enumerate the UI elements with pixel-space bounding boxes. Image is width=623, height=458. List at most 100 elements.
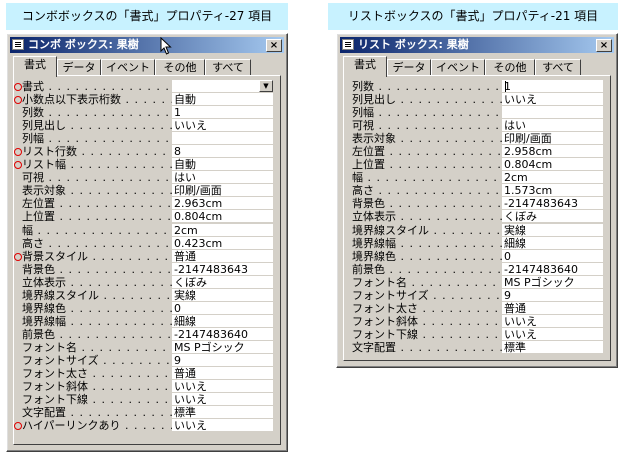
- property-value[interactable]: -2147483643: [502, 197, 603, 211]
- property-value[interactable]: 印刷/画面: [502, 132, 603, 146]
- property-row[interactable]: 境界線スタイル . . . . . . . . . . . . . . . . …: [22, 288, 273, 302]
- property-value[interactable]: 2cm: [172, 223, 273, 237]
- property-value[interactable]: 0.804cm: [172, 210, 273, 224]
- property-row[interactable]: 左位置 . . . . . . . . . . . . . . . . . . …: [22, 197, 273, 211]
- property-value[interactable]: 8: [172, 145, 273, 159]
- property-value[interactable]: MS Pゴシック: [172, 340, 273, 354]
- property-value[interactable]: [172, 132, 273, 146]
- property-row[interactable]: 高さ . . . . . . . . . . . . . . . . . . .…: [352, 184, 603, 198]
- property-row[interactable]: フォント名 . . . . . . . . . . . . . . . . . …: [352, 275, 603, 289]
- property-row[interactable]: 列見出し . . . . . . . . . . . . . . . . . .…: [22, 119, 273, 133]
- property-row[interactable]: フォント太さ . . . . . . . . . . . . . . . . .…: [22, 367, 273, 381]
- property-value[interactable]: はい: [172, 171, 273, 185]
- property-value[interactable]: 自動: [172, 158, 273, 172]
- property-value[interactable]: 9: [172, 353, 273, 367]
- property-value[interactable]: -2147483640: [502, 262, 603, 276]
- property-value[interactable]: 実線: [172, 288, 273, 302]
- property-row[interactable]: 表示対象 . . . . . . . . . . . . . . . . . .…: [22, 184, 273, 198]
- property-row[interactable]: 立体表示 . . . . . . . . . . . . . . . . . .…: [22, 275, 273, 289]
- close-button[interactable]: ×: [266, 39, 282, 52]
- property-value[interactable]: 1: [502, 80, 603, 93]
- property-value[interactable]: いいえ: [502, 327, 603, 341]
- property-value[interactable]: 0.804cm: [502, 158, 603, 172]
- property-row[interactable]: 左位置 . . . . . . . . . . . . . . . . . . …: [352, 145, 603, 159]
- property-row[interactable]: 書式 . . . . . . . . . . . . . . . . . . .…: [14, 80, 273, 93]
- tab-event[interactable]: イベント: [431, 59, 485, 76]
- property-row[interactable]: 背景色 . . . . . . . . . . . . . . . . . . …: [352, 197, 603, 211]
- property-row[interactable]: フォント太さ . . . . . . . . . . . . . . . . .…: [352, 301, 603, 315]
- property-value[interactable]: 普通: [172, 249, 273, 263]
- property-row[interactable]: 上位置 . . . . . . . . . . . . . . . . . . …: [352, 158, 603, 172]
- tab-data[interactable]: データ: [387, 59, 431, 76]
- property-row[interactable]: 幅 . . . . . . . . . . . . . . . . . . . …: [352, 171, 603, 185]
- property-value[interactable]: いいえ: [172, 419, 273, 433]
- tab-other[interactable]: その他: [485, 59, 535, 76]
- property-value[interactable]: 1.573cm: [502, 184, 603, 198]
- property-row[interactable]: 背景スタイル . . . . . . . . . . . . . . . . .…: [14, 249, 273, 263]
- property-row[interactable]: 前景色 . . . . . . . . . . . . . . . . . . …: [22, 327, 273, 341]
- property-row[interactable]: フォント下線 . . . . . . . . . . . . . . . . .…: [22, 393, 273, 407]
- property-value[interactable]: 2.958cm: [502, 145, 603, 159]
- property-value[interactable]: 1: [172, 106, 273, 120]
- property-value[interactable]: 印刷/画面: [172, 184, 273, 198]
- property-value[interactable]: 普通: [502, 301, 603, 315]
- property-value[interactable]: くぼみ: [172, 275, 273, 289]
- tab-event[interactable]: イベント: [101, 59, 155, 76]
- property-row[interactable]: フォント下線 . . . . . . . . . . . . . . . . .…: [352, 327, 603, 341]
- tab-all[interactable]: すべて: [535, 59, 581, 76]
- property-value[interactable]: 2cm: [502, 171, 603, 185]
- property-row[interactable]: フォントサイズ . . . . . . . . . . . . . . . . …: [22, 353, 273, 367]
- property-row[interactable]: リスト行数 . . . . . . . . . . . . . . . . . …: [14, 145, 273, 159]
- property-value[interactable]: くぼみ: [502, 210, 603, 224]
- close-button[interactable]: ×: [596, 39, 612, 52]
- property-value[interactable]: 細線: [502, 236, 603, 250]
- property-row[interactable]: リスト幅 . . . . . . . . . . . . . . . . . .…: [14, 158, 273, 172]
- property-row[interactable]: 可視 . . . . . . . . . . . . . . . . . . .…: [22, 171, 273, 185]
- property-row[interactable]: 上位置 . . . . . . . . . . . . . . . . . . …: [22, 210, 273, 224]
- property-row[interactable]: 境界線幅 . . . . . . . . . . . . . . . . . .…: [352, 236, 603, 250]
- property-value[interactable]: いいえ: [502, 93, 603, 107]
- combobox-titlebar[interactable]: コンボ ボックス: 果樹 ×: [10, 37, 284, 55]
- property-row[interactable]: 前景色 . . . . . . . . . . . . . . . . . . …: [352, 262, 603, 276]
- property-row[interactable]: 文字配置 . . . . . . . . . . . . . . . . . .…: [352, 340, 603, 354]
- property-value[interactable]: 9: [502, 288, 603, 302]
- property-value[interactable]: 自動: [172, 93, 273, 107]
- tab-data[interactable]: データ: [57, 59, 101, 76]
- property-value[interactable]: はい: [502, 119, 603, 133]
- property-value[interactable]: ▼: [172, 80, 273, 93]
- property-row[interactable]: 列数 . . . . . . . . . . . . . . . . . . .…: [22, 106, 273, 120]
- property-row[interactable]: 立体表示 . . . . . . . . . . . . . . . . . .…: [352, 210, 603, 224]
- property-row[interactable]: 可視 . . . . . . . . . . . . . . . . . . .…: [352, 119, 603, 133]
- property-value[interactable]: [502, 106, 603, 120]
- property-row[interactable]: フォント斜体 . . . . . . . . . . . . . . . . .…: [352, 314, 603, 328]
- tab-other[interactable]: その他: [155, 59, 205, 76]
- property-value[interactable]: 0.423cm: [172, 236, 273, 250]
- property-value[interactable]: MS Pゴシック: [502, 275, 603, 289]
- property-value[interactable]: 普通: [172, 367, 273, 381]
- property-value[interactable]: いいえ: [172, 393, 273, 407]
- property-row[interactable]: 小数点以下表示桁数 . . . . . . . . . . . . . . . …: [14, 93, 273, 107]
- property-row[interactable]: 境界線幅 . . . . . . . . . . . . . . . . . .…: [22, 314, 273, 328]
- property-row[interactable]: 列見出し . . . . . . . . . . . . . . . . . .…: [352, 93, 603, 107]
- property-row[interactable]: 列幅 . . . . . . . . . . . . . . . . . . .…: [352, 106, 603, 120]
- property-value[interactable]: 実線: [502, 223, 603, 237]
- property-row[interactable]: 列幅 . . . . . . . . . . . . . . . . . . .…: [22, 132, 273, 146]
- property-value[interactable]: 標準: [172, 406, 273, 420]
- property-row[interactable]: 背景色 . . . . . . . . . . . . . . . . . . …: [22, 262, 273, 276]
- property-row[interactable]: 表示対象 . . . . . . . . . . . . . . . . . .…: [352, 132, 603, 146]
- listbox-titlebar[interactable]: リスト ボックス: 果樹 ×: [340, 37, 614, 53]
- property-value[interactable]: 0: [502, 249, 603, 263]
- property-row[interactable]: 高さ . . . . . . . . . . . . . . . . . . .…: [22, 236, 273, 250]
- property-row[interactable]: ハイパーリンクあり . . . . . . . . . . . . . . . …: [14, 419, 273, 433]
- property-value[interactable]: いいえ: [172, 119, 273, 133]
- tab-all[interactable]: すべて: [205, 59, 251, 76]
- dropdown-arrow-icon[interactable]: ▼: [259, 80, 273, 92]
- property-value[interactable]: いいえ: [172, 380, 273, 394]
- property-value[interactable]: -2147483640: [172, 327, 273, 341]
- property-value[interactable]: 2.963cm: [172, 197, 273, 211]
- property-row[interactable]: 文字配置 . . . . . . . . . . . . . . . . . .…: [22, 406, 273, 420]
- property-row[interactable]: フォントサイズ . . . . . . . . . . . . . . . . …: [352, 288, 603, 302]
- property-row[interactable]: 列数 . . . . . . . . . . . . . . . . . . .…: [352, 80, 603, 93]
- property-value[interactable]: 0: [172, 301, 273, 315]
- property-value[interactable]: 標準: [502, 340, 603, 354]
